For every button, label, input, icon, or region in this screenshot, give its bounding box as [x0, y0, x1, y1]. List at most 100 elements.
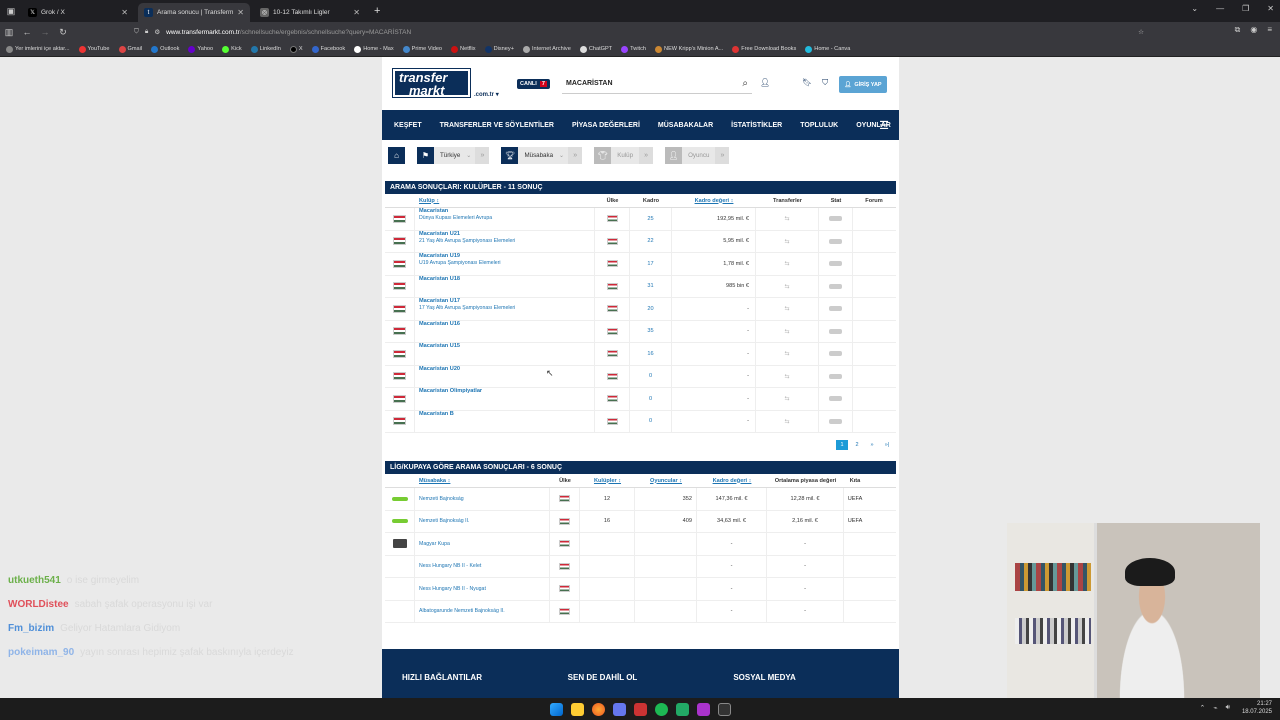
page-2[interactable]: 2 [851, 440, 863, 450]
bookmark-item[interactable]: Twitch [621, 45, 646, 53]
transfer-arrows-icon[interactable]: ⇆ [784, 305, 789, 312]
close-tab-icon[interactable]: ✕ [353, 8, 360, 17]
live-button[interactable]: CANLI 7 [517, 79, 550, 89]
page-1[interactable]: 1 [836, 440, 848, 450]
bookmark-star-icon[interactable]: ☆ [1138, 28, 1144, 36]
bookmark-item[interactable]: X [289, 45, 303, 53]
bookmark-icon[interactable]: 🔖︎ [802, 78, 812, 88]
nav-istatistikler[interactable]: İSTATİSTİKLER [731, 122, 782, 129]
reload-icon[interactable]: ↻ [54, 27, 72, 38]
bookmark-item[interactable]: Internet Archive [522, 45, 571, 53]
tab-actions-icon[interactable]: ▣ [4, 4, 18, 18]
forward-icon[interactable]: → [36, 27, 54, 37]
bookmark-item[interactable]: Gmail [118, 45, 142, 53]
stadium-icon[interactable] [829, 306, 842, 312]
club-name-link[interactable]: Macaristan B [419, 411, 454, 417]
squad-count[interactable]: 22 [630, 230, 672, 252]
squad-count[interactable]: 0 [630, 410, 672, 432]
bookmark-item[interactable]: LinkedIn [250, 45, 281, 53]
bookmark-item[interactable]: ChatGPT [579, 45, 612, 53]
hungary-flag-icon[interactable] [393, 282, 406, 291]
col-clubs[interactable]: Kulüpler ↕ [580, 478, 635, 484]
nav-transferler[interactable]: TRANSFERLER VE SÖYLENTİLER [440, 122, 554, 129]
tab-list-icon[interactable]: ⌄ [1191, 4, 1198, 13]
transfer-arrows-icon[interactable]: ⇆ [784, 215, 789, 222]
search-input[interactable]: MACARİSTAN ⌕ [562, 74, 752, 94]
club-name-link[interactable]: Macaristan U19 [419, 253, 460, 259]
squad-count[interactable]: 17 [630, 253, 672, 275]
squad-count[interactable]: 0 [630, 388, 672, 410]
page-last[interactable]: »| [881, 440, 893, 450]
squad-count[interactable]: 16 [630, 343, 672, 365]
club-name-link[interactable]: Macaristan U20 [419, 366, 460, 372]
address-bar[interactable]: ⛉ 🔒︎ ⚙ www.transfermarkt.com.tr/schnells… [134, 25, 1144, 39]
bookmark-item[interactable]: Outlook [151, 45, 179, 53]
squad-count[interactable]: 0 [630, 365, 672, 387]
browser-tab-ligler[interactable]: ◎ 10-12 Takımlı Ligler ✕ [254, 3, 366, 22]
competition-name-link[interactable]: Ness Hungary NB II - Kelet [419, 563, 481, 569]
transfer-arrows-icon[interactable]: ⇆ [784, 373, 789, 380]
squad-count[interactable]: 25 [630, 208, 672, 230]
stadium-icon[interactable] [829, 216, 842, 222]
transfer-arrows-icon[interactable]: ⇆ [784, 395, 789, 402]
spotify-icon[interactable] [654, 702, 668, 716]
clock[interactable]: 21:27 18.07.2025 [1242, 700, 1272, 716]
bookmark-item[interactable]: Disney+ [484, 45, 514, 53]
domain-selector[interactable]: .com.tr ▾ [474, 91, 499, 98]
browser-tab-grok[interactable]: 𝕏 Grok / X ✕ [22, 3, 134, 22]
transfer-arrows-icon[interactable]: ⇆ [784, 238, 789, 245]
hungary-flag-icon[interactable] [393, 327, 406, 336]
close-window-icon[interactable]: ✕ [1267, 4, 1274, 13]
minimize-icon[interactable]: — [1216, 4, 1224, 13]
stadium-icon[interactable] [829, 396, 842, 402]
page-next[interactable]: » [866, 440, 878, 450]
club-name-link[interactable]: Macaristan U21 [419, 231, 460, 237]
bookmark-item[interactable]: NEW Kripp's Minion A... [655, 45, 723, 53]
club-name-link[interactable]: Macaristan Olimpiyatlar [419, 388, 482, 394]
file-explorer-icon[interactable] [570, 702, 584, 716]
transfermarkt-logo[interactable]: transfer markt [392, 68, 471, 98]
competition-name-link[interactable]: Ness Hungary NB II - Nyugat [419, 586, 486, 592]
transfer-arrows-icon[interactable]: ⇆ [784, 283, 789, 290]
bookmark-item[interactable]: Home - Canva [805, 45, 850, 53]
chevron-up-icon[interactable]: ⌃ [1199, 704, 1205, 712]
bookmark-item[interactable]: Free Download Books [732, 45, 796, 53]
competition-name-link[interactable]: Nemzeti Bajnokság [419, 496, 464, 502]
extension-icon[interactable]: ⧉ [1235, 25, 1241, 35]
shield-icon[interactable]: ⛉ [822, 78, 828, 88]
bookmark-item[interactable]: Kick [222, 45, 242, 53]
nav-piyasa[interactable]: PİYASA DEĞERLERİ [572, 122, 640, 129]
volume-icon[interactable]: 🔊︎ [1226, 704, 1230, 712]
stadium-icon[interactable] [829, 418, 842, 424]
crumb-country[interactable]: ⚑ Türkiye ⌄» [417, 146, 490, 164]
bookmark-item[interactable]: YouTube [78, 45, 110, 53]
bookmark-item[interactable]: Prime Video [402, 45, 442, 53]
hungary-flag-icon[interactable] [393, 372, 406, 381]
hungary-flag-icon[interactable] [393, 394, 406, 403]
hamburger-menu-icon[interactable]: ☰ [879, 119, 889, 132]
back-icon[interactable]: ← [18, 27, 36, 37]
profile-icon[interactable]: ◉ [1250, 25, 1257, 35]
transfer-arrows-icon[interactable]: ⇆ [784, 260, 789, 267]
site-settings-icon[interactable]: ⚙ [154, 28, 160, 36]
winrar-icon[interactable] [633, 702, 647, 716]
crumb-competition[interactable]: 🏆︎ Müsabaka ⌄» [501, 146, 583, 164]
user-add-icon[interactable]: 👤︎ [760, 78, 770, 87]
stadium-icon[interactable] [829, 261, 842, 267]
transfer-arrows-icon[interactable]: ⇆ [784, 418, 789, 425]
browser-tab-transfermarkt[interactable]: t Arama sonucu | Transfermarkt ✕ [138, 3, 250, 22]
hungary-flag-icon[interactable] [393, 349, 406, 358]
bookmark-item[interactable]: Netflix [451, 45, 476, 53]
hungary-flag-icon[interactable] [393, 417, 406, 426]
new-tab-button[interactable]: + [374, 5, 380, 17]
club-name-link[interactable]: Macaristan U15 [419, 343, 460, 349]
close-tab-icon[interactable]: ✕ [121, 8, 128, 17]
club-competition-link[interactable]: U19 Avrupa Şampiyonası Elemeleri [419, 260, 501, 266]
club-competition-link[interactable]: 17 Yaş Altı Avrupa Şampiyonası Elemeleri [419, 305, 515, 311]
squad-count[interactable]: 20 [630, 298, 672, 320]
transfer-arrows-icon[interactable]: ⇆ [784, 350, 789, 357]
url-text[interactable]: www.transfermarkt.com.tr/schnellsuche/er… [166, 29, 411, 36]
squad-count[interactable]: 31 [630, 275, 672, 297]
hungary-flag-icon[interactable] [393, 304, 406, 313]
nav-topluluk[interactable]: TOPLULUK [800, 122, 838, 129]
